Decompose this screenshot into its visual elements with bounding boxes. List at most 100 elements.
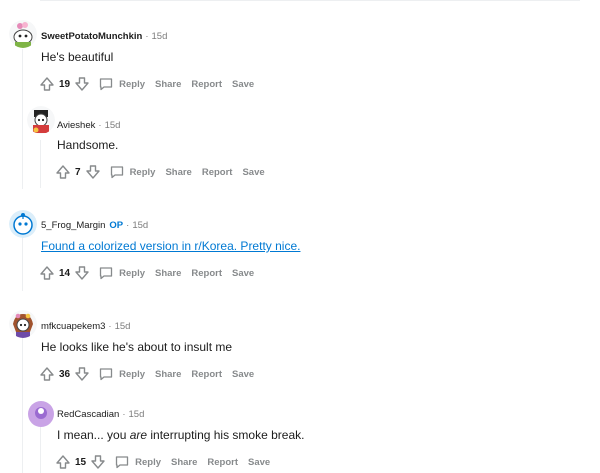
comment-time[interactable]: 15d bbox=[132, 220, 148, 231]
comment-actions: 15 Reply Share Report Save bbox=[55, 452, 270, 472]
vote-group: 14 bbox=[39, 265, 90, 281]
reply-label: Reply bbox=[129, 166, 156, 178]
vote-score: 7 bbox=[75, 166, 81, 178]
upvote-icon[interactable] bbox=[39, 366, 55, 382]
comment-time[interactable]: 15d bbox=[129, 409, 145, 420]
comment-body: I mean... you are interrupting his smoke… bbox=[57, 427, 304, 443]
separator: · bbox=[145, 30, 149, 42]
downvote-icon[interactable] bbox=[74, 366, 90, 382]
reply-icon bbox=[99, 368, 113, 381]
comment-author[interactable]: mfkcuapekem3 bbox=[41, 321, 105, 332]
vote-score: 14 bbox=[59, 267, 71, 279]
comment-meta: mfkcuapekem3 · 15d bbox=[41, 319, 130, 333]
share-button[interactable]: Share bbox=[155, 79, 181, 90]
thread-line bbox=[40, 425, 41, 473]
avatar[interactable] bbox=[9, 310, 37, 338]
save-label: Save bbox=[232, 267, 255, 279]
comment-author[interactable]: Avieshek bbox=[57, 120, 95, 131]
reply-icon bbox=[99, 78, 113, 91]
vote-score: 36 bbox=[59, 368, 71, 380]
reply-button[interactable]: Reply bbox=[98, 366, 145, 382]
upvote-icon[interactable] bbox=[55, 164, 71, 180]
comment-meta: Avieshek · 15d bbox=[57, 118, 120, 132]
report-button[interactable]: Report bbox=[207, 457, 238, 468]
report-label: Report bbox=[191, 267, 223, 279]
comment-body: He looks like he's about to insult me bbox=[41, 340, 233, 354]
comment-author[interactable]: RedCascadian bbox=[57, 409, 119, 420]
avatar[interactable] bbox=[9, 210, 37, 238]
report-button[interactable]: Report bbox=[202, 167, 233, 178]
reply-label: Reply bbox=[119, 78, 145, 90]
report-label: Report bbox=[191, 368, 223, 380]
comment-actions: 19 Reply Share Report Save bbox=[39, 74, 254, 94]
comment-author[interactable]: SweetPotatoMunchkin bbox=[41, 31, 142, 42]
save-label: Save bbox=[232, 368, 255, 380]
upvote-icon[interactable] bbox=[55, 454, 71, 470]
save-button[interactable]: Save bbox=[232, 268, 254, 279]
reply-label: Reply bbox=[119, 368, 145, 380]
separator: · bbox=[126, 219, 130, 231]
report-button[interactable]: Report bbox=[191, 268, 222, 279]
vote-group: 36 bbox=[39, 366, 90, 382]
separator: · bbox=[98, 119, 102, 131]
comment-meta: 5_Frog_Margin OP · 15d bbox=[41, 218, 148, 232]
share-label: Share bbox=[155, 78, 182, 90]
comment-time[interactable]: 15d bbox=[152, 31, 168, 42]
comment-body: Found a colorized version in r/Korea. Pr… bbox=[41, 238, 300, 254]
avatar[interactable] bbox=[27, 106, 55, 134]
comment-link[interactable]: Found a colorized version in r/Korea. Pr… bbox=[41, 239, 300, 253]
report-label: Report bbox=[207, 456, 239, 468]
report-button[interactable]: Report bbox=[191, 79, 222, 90]
comment-meta: RedCascadian · 15d bbox=[57, 407, 144, 421]
reply-label: Reply bbox=[135, 456, 161, 468]
comment-body: He's beautiful bbox=[41, 50, 114, 64]
share-button[interactable]: Share bbox=[171, 457, 197, 468]
reply-button[interactable]: Reply bbox=[114, 454, 161, 470]
reply-label: Reply bbox=[119, 267, 145, 279]
share-button[interactable]: Share bbox=[165, 167, 191, 178]
share-button[interactable]: Share bbox=[155, 369, 181, 380]
share-button[interactable]: Share bbox=[155, 268, 181, 279]
comment-actions: 7 Reply Share Report Save bbox=[55, 162, 265, 182]
comment-text-end: interrupting his smoke break. bbox=[147, 428, 305, 442]
report-button[interactable]: Report bbox=[191, 369, 222, 380]
report-label: Report bbox=[201, 166, 233, 178]
comment-actions: 14 Reply Share Report Save bbox=[39, 263, 254, 283]
downvote-icon[interactable] bbox=[90, 454, 106, 470]
comment-time[interactable]: 15d bbox=[115, 321, 131, 332]
save-label: Save bbox=[248, 456, 271, 468]
comment-actions: 36 Reply Share Report Save bbox=[39, 364, 254, 384]
vote-group: 7 bbox=[55, 164, 101, 180]
comment-meta: SweetPotatoMunchkin · 15d bbox=[41, 29, 167, 43]
downvote-icon[interactable] bbox=[85, 164, 101, 180]
share-label: Share bbox=[171, 456, 198, 468]
comment-body: Handsome. bbox=[57, 138, 119, 152]
share-label: Share bbox=[165, 166, 192, 178]
upvote-icon[interactable] bbox=[39, 76, 55, 92]
comment-time[interactable]: 15d bbox=[105, 120, 121, 131]
vote-score: 15 bbox=[75, 456, 87, 468]
report-label: Report bbox=[191, 78, 223, 90]
avatar[interactable] bbox=[27, 400, 55, 428]
save-label: Save bbox=[242, 166, 265, 178]
op-badge: OP bbox=[109, 219, 124, 231]
share-label: Share bbox=[155, 267, 182, 279]
reply-icon bbox=[115, 456, 129, 469]
upvote-icon[interactable] bbox=[39, 265, 55, 281]
save-button[interactable]: Save bbox=[232, 79, 254, 90]
save-label: Save bbox=[232, 78, 255, 90]
comment-author[interactable]: 5_Frog_Margin bbox=[41, 220, 105, 231]
comment-text-emphasis: are bbox=[129, 428, 148, 442]
downvote-icon[interactable] bbox=[74, 76, 90, 92]
vote-score: 19 bbox=[59, 78, 71, 90]
save-button[interactable]: Save bbox=[242, 167, 264, 178]
reply-button[interactable]: Reply bbox=[109, 164, 156, 180]
avatar[interactable] bbox=[9, 20, 37, 48]
vote-group: 15 bbox=[55, 454, 106, 470]
save-button[interactable]: Save bbox=[232, 369, 254, 380]
reply-button[interactable]: Reply bbox=[98, 76, 145, 92]
downvote-icon[interactable] bbox=[74, 265, 90, 281]
reply-button[interactable]: Reply bbox=[98, 265, 145, 281]
save-button[interactable]: Save bbox=[248, 457, 270, 468]
comment-text-start: I mean... you bbox=[57, 428, 130, 442]
